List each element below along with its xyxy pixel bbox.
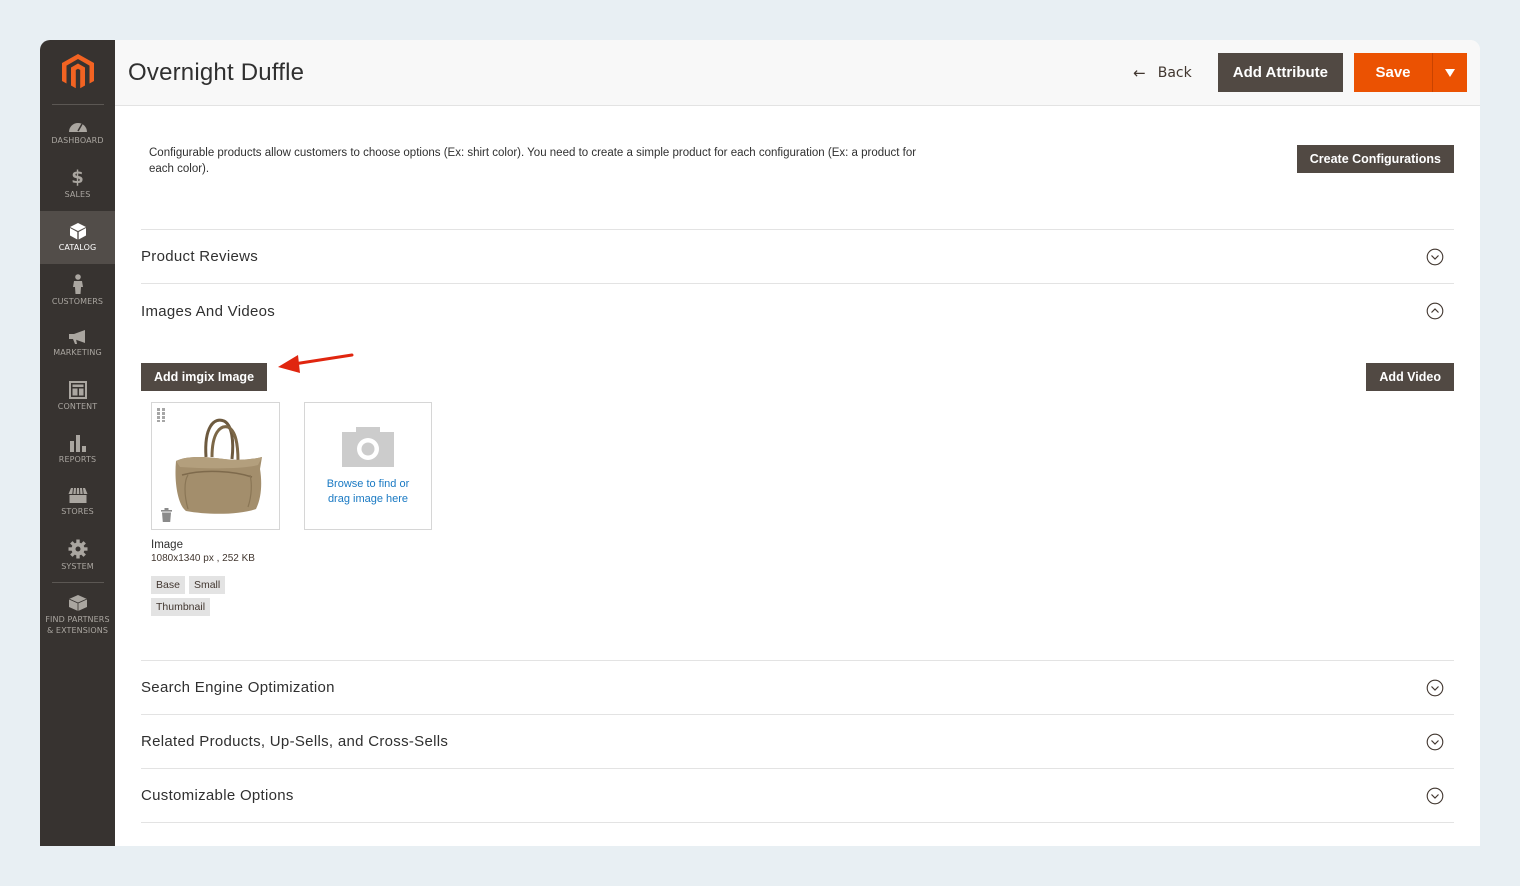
sidebar-item-label: Sales	[64, 189, 91, 199]
sidebar-item-label: System	[61, 561, 94, 571]
app-window: Dashboard $ Sales Catalog Customers	[40, 40, 1480, 846]
sidebar-item-label: Find Partners & Extensions	[45, 615, 109, 637]
megaphone-icon	[68, 329, 85, 344]
image-name: Image	[151, 539, 183, 551]
partners-label-line2: & Extensions	[46, 625, 109, 635]
sidebar-item-label: Marketing	[53, 347, 102, 357]
sidebar-item-label: Dashboard	[51, 135, 104, 145]
camera-icon	[342, 427, 394, 467]
image-roles: Base Small Thumbnail	[151, 576, 241, 616]
sidebar-item-marketing[interactable]: Marketing	[40, 317, 115, 370]
sidebar-item-label: Catalog	[58, 242, 97, 252]
page-header: Overnight Duffle ← Back Add Attribute Sa…	[115, 40, 1480, 106]
cube-icon	[68, 594, 87, 611]
image-role-badge: Thumbnail	[151, 598, 211, 616]
duffle-bag-image	[175, 418, 262, 514]
layout-icon	[68, 380, 87, 399]
sidebar-item-label: Stores	[61, 507, 94, 517]
upload-hint-line2: drag image here	[327, 493, 409, 505]
save-button[interactable]: Save	[1354, 53, 1432, 92]
create-configurations-button[interactable]: Create Configurations	[1296, 145, 1454, 173]
sidebar-item-customers[interactable]: Customers	[40, 264, 115, 317]
section-search-engine-optimization[interactable]: Search Engine Optimization	[141, 661, 1454, 715]
sidebar-item-reports[interactable]: Reports	[40, 423, 115, 476]
dashboard-icon	[68, 122, 87, 132]
chevron-up-circle-icon	[1426, 302, 1444, 320]
section-title: Product Reviews	[141, 248, 259, 265]
page-title: Overnight Duffle	[128, 58, 305, 86]
sidebar-item-label: Reports	[58, 454, 97, 464]
section-images-and-videos[interactable]: Images And Videos	[141, 284, 1454, 338]
sidebar-item-find-partners[interactable]: Find Partners & Extensions	[40, 585, 115, 645]
add-attribute-button[interactable]: Add Attribute	[1217, 53, 1343, 92]
image-upload-dropzone[interactable]: Browse to find or drag image here	[304, 402, 432, 530]
bar-chart-icon	[69, 434, 86, 452]
save-options-toggle[interactable]	[1432, 53, 1467, 92]
back-label: Back	[1157, 64, 1192, 81]
product-image-thumbnail[interactable]	[151, 402, 280, 530]
image-size: 1080x1340 px , 252 KB	[151, 553, 255, 564]
section-title: Customizable Options	[141, 787, 294, 804]
images-and-videos-panel: Add imgix Image Add Video Browse to find…	[141, 338, 1454, 661]
sidebar-item-sales[interactable]: $ Sales	[40, 158, 115, 211]
section-clipped[interactable]	[141, 823, 1454, 846]
person-icon	[72, 273, 83, 294]
upload-hint-line1: Browse to find or	[326, 478, 410, 490]
page-actions: ← Back Add Attribute Save	[1133, 53, 1467, 92]
sidebar-item-catalog[interactable]: Catalog	[40, 211, 115, 264]
upload-hint[interactable]: Browse to find or drag image here	[327, 477, 410, 507]
section-product-reviews[interactable]: Product Reviews	[141, 230, 1454, 284]
box-icon	[69, 222, 86, 240]
magento-logo-icon	[61, 54, 94, 89]
sidebar-item-label: Customers	[51, 296, 104, 306]
sidebar-item-content[interactable]: Content	[40, 370, 115, 423]
arrow-left-icon: ←	[1133, 63, 1146, 82]
chevron-down-circle-icon	[1426, 679, 1444, 696]
sidebar-item-label: Content	[57, 401, 98, 411]
image-meta: Image 1080x1340 px , 252 KB	[151, 539, 255, 564]
magento-logo[interactable]	[40, 40, 115, 104]
add-imgix-image-button[interactable]: Add imgix Image	[141, 363, 268, 391]
storefront-icon	[68, 488, 87, 504]
annotation-arrow-icon	[278, 353, 354, 373]
sidebar-item-dashboard[interactable]: Dashboard	[40, 105, 115, 158]
image-role-badge: Base	[151, 576, 185, 594]
trash-icon[interactable]	[161, 508, 172, 522]
gear-icon	[68, 539, 87, 559]
drag-handle-icon[interactable]	[157, 408, 166, 422]
section-related-products[interactable]: Related Products, Up-Sells, and Cross-Se…	[141, 715, 1454, 769]
partners-label-line1: Find Partners	[45, 614, 110, 624]
back-button[interactable]: ← Back	[1133, 64, 1192, 82]
section-title: Search Engine Optimization	[141, 679, 335, 696]
section-customizable-options[interactable]: Customizable Options	[141, 769, 1454, 823]
image-role-badge: Small	[188, 576, 226, 594]
save-split-button: Save	[1354, 53, 1467, 92]
main-content: Overnight Duffle ← Back Add Attribute Sa…	[115, 40, 1480, 846]
caret-down-icon	[1445, 68, 1455, 77]
configurations-description: Configurable products allow customers to…	[149, 147, 917, 175]
product-form: Configurable products allow customers to…	[115, 106, 1480, 846]
sidebar-item-system[interactable]: System	[40, 529, 115, 582]
chevron-down-circle-icon	[1426, 787, 1444, 804]
sidebar-divider	[51, 582, 104, 583]
section-title: Images And Videos	[141, 302, 276, 320]
chevron-down-circle-icon	[1426, 248, 1444, 265]
chevron-down-circle-icon	[1426, 733, 1444, 750]
dollar-icon: $	[71, 166, 84, 188]
section-title: Related Products, Up-Sells, and Cross-Se…	[141, 733, 449, 750]
configurations-panel: Configurable products allow customers to…	[141, 106, 1454, 230]
add-video-button[interactable]: Add Video	[1366, 363, 1454, 391]
sidebar-item-stores[interactable]: Stores	[40, 476, 115, 529]
admin-sidebar: Dashboard $ Sales Catalog Customers	[40, 40, 115, 846]
